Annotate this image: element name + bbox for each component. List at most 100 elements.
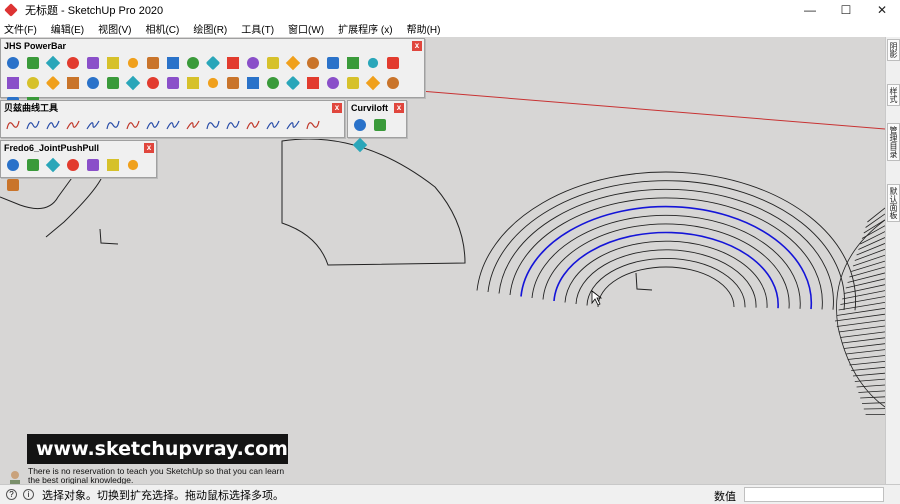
info-icon[interactable]: i bbox=[23, 489, 34, 500]
bezier-tool-8-button[interactable] bbox=[144, 116, 162, 134]
jhs-tool-32-button[interactable] bbox=[224, 74, 242, 92]
jhs-tool-26-button[interactable] bbox=[104, 74, 122, 92]
jhs-tool-7-button[interactable] bbox=[124, 54, 142, 72]
fredo-tool-1-button[interactable] bbox=[4, 156, 22, 174]
jhs-tool-5-button[interactable] bbox=[84, 54, 102, 72]
jhs-tool-28-button[interactable] bbox=[144, 74, 162, 92]
jhs-tool-19-button[interactable] bbox=[364, 54, 382, 72]
jhs-tool-36-icon bbox=[307, 77, 319, 89]
fredo-tool-2-button[interactable] bbox=[24, 156, 42, 174]
measurements-input[interactable] bbox=[744, 487, 884, 502]
jhs-tool-12-button[interactable] bbox=[224, 54, 242, 72]
jhs-tool-22-button[interactable] bbox=[24, 74, 42, 92]
fredo-tool-3-button[interactable] bbox=[44, 156, 62, 174]
jhs-tool-33-button[interactable] bbox=[244, 74, 262, 92]
jhs-tool-18-button[interactable] bbox=[344, 54, 362, 72]
bezier-tool-16-button[interactable] bbox=[304, 116, 322, 134]
jhs-tool-20-button[interactable] bbox=[384, 54, 402, 72]
bezier-tool-2-button[interactable] bbox=[24, 116, 42, 134]
jhs-tool-9-button[interactable] bbox=[164, 54, 182, 72]
jhs-tool-27-button[interactable] bbox=[124, 74, 142, 92]
menu-file[interactable]: 文件(F) bbox=[4, 21, 37, 36]
fredo-tool-4-button[interactable] bbox=[64, 156, 82, 174]
jhs-tool-30-button[interactable] bbox=[184, 74, 202, 92]
jhs-powerbar-close-button[interactable]: x bbox=[412, 40, 422, 51]
jhs-tool-34-button[interactable] bbox=[264, 74, 282, 92]
jhs-powerbar-header[interactable]: JHS PowerBar x bbox=[1, 39, 424, 52]
minimize-button[interactable]: — bbox=[792, 0, 828, 20]
bezier-tool-14-button[interactable] bbox=[264, 116, 282, 134]
jhs-tool-10-icon bbox=[187, 57, 199, 69]
maximize-button[interactable]: ☐ bbox=[828, 0, 864, 20]
fredo-tool-8-button[interactable] bbox=[4, 176, 22, 194]
jhs-tool-35-button[interactable] bbox=[284, 74, 302, 92]
jhs-tool-15-button[interactable] bbox=[284, 54, 302, 72]
curviloft-header[interactable]: Curviloft x bbox=[348, 101, 406, 114]
jhs-tool-6-button[interactable] bbox=[104, 54, 122, 72]
jhs-tool-2-button[interactable] bbox=[24, 54, 42, 72]
bezier-tool-4-button[interactable] bbox=[64, 116, 82, 134]
tab-styles[interactable]: 样式 bbox=[887, 84, 900, 106]
jhs-tool-23-button[interactable] bbox=[44, 74, 62, 92]
jhs-tool-1-icon bbox=[7, 57, 19, 69]
tab-default-tray[interactable]: 默认面板 bbox=[887, 184, 900, 222]
menu-edit[interactable]: 编辑(E) bbox=[51, 21, 84, 36]
curviloft-toolbar: Curviloft x bbox=[347, 100, 407, 153]
curviloft-tool-1-button[interactable] bbox=[351, 116, 369, 134]
curviloft-tool-3-button[interactable] bbox=[351, 136, 369, 154]
bezier-tool-3-button[interactable] bbox=[44, 116, 62, 134]
menu-tools[interactable]: 工具(T) bbox=[241, 21, 274, 36]
menu-draw[interactable]: 绘图(R) bbox=[193, 21, 227, 36]
curviloft-close-button[interactable]: x bbox=[394, 102, 404, 113]
fredo-tool-6-button[interactable] bbox=[104, 156, 122, 174]
jhs-tool-29-button[interactable] bbox=[164, 74, 182, 92]
jhs-tool-24-button[interactable] bbox=[64, 74, 82, 92]
jhs-tool-3-button[interactable] bbox=[44, 54, 62, 72]
bezier-tool-13-button[interactable] bbox=[244, 116, 262, 134]
jhs-tool-36-button[interactable] bbox=[304, 74, 322, 92]
fredo6-close-button[interactable]: x bbox=[144, 142, 154, 153]
jhs-tool-25-button[interactable] bbox=[84, 74, 102, 92]
bezier-tool-12-button[interactable] bbox=[224, 116, 242, 134]
jhs-tool-40-button[interactable] bbox=[384, 74, 402, 92]
jhs-tool-39-button[interactable] bbox=[364, 74, 382, 92]
jhs-tool-13-button[interactable] bbox=[244, 54, 262, 72]
jhs-tool-16-button[interactable] bbox=[304, 54, 322, 72]
fredo6-header[interactable]: Fredo6_JointPushPull x bbox=[1, 141, 156, 154]
bezier-tool-9-button[interactable] bbox=[164, 116, 182, 134]
menu-camera[interactable]: 相机(C) bbox=[145, 21, 179, 36]
jhs-tool-38-button[interactable] bbox=[344, 74, 362, 92]
jhs-tool-14-button[interactable] bbox=[264, 54, 282, 72]
jhs-tool-4-button[interactable] bbox=[64, 54, 82, 72]
bezier-tool-6-button[interactable] bbox=[104, 116, 122, 134]
menu-extensions[interactable]: 扩展程序 (x) bbox=[338, 21, 392, 36]
bezier-tool-10-button[interactable] bbox=[184, 116, 202, 134]
jhs-tool-37-button[interactable] bbox=[324, 74, 342, 92]
curviloft-tool-2-button[interactable] bbox=[371, 116, 389, 134]
fredo-tool-7-button[interactable] bbox=[124, 156, 142, 174]
close-button[interactable]: ✕ bbox=[864, 0, 900, 20]
bezier-tool-5-button[interactable] bbox=[84, 116, 102, 134]
jhs-tool-1-button[interactable] bbox=[4, 54, 22, 72]
menu-view[interactable]: 视图(V) bbox=[98, 21, 131, 36]
bezier-tool-1-button[interactable] bbox=[4, 116, 22, 134]
jhs-tool-8-button[interactable] bbox=[144, 54, 162, 72]
bezier-header[interactable]: 贝兹曲线工具 x bbox=[1, 101, 344, 114]
fredo-tool-5-button[interactable] bbox=[84, 156, 102, 174]
tab-manage-tray[interactable]: 管理目录 bbox=[887, 123, 900, 161]
jhs-tool-21-button[interactable] bbox=[4, 74, 22, 92]
bezier-close-button[interactable]: x bbox=[332, 102, 342, 113]
menu-help[interactable]: 帮助(H) bbox=[407, 21, 441, 36]
bezier-tool-7-button[interactable] bbox=[124, 116, 142, 134]
jhs-tool-31-button[interactable] bbox=[204, 74, 222, 92]
jhs-tool-10-button[interactable] bbox=[184, 54, 202, 72]
window-title: 无标题 - SketchUp Pro 2020 bbox=[25, 5, 164, 17]
geolocation-icon[interactable]: ? bbox=[6, 489, 17, 500]
jhs-tool-17-button[interactable] bbox=[324, 54, 342, 72]
bezier-tool-15-button[interactable] bbox=[284, 116, 302, 134]
menu-window[interactable]: 窗口(W) bbox=[288, 21, 324, 36]
bezier-tool-11-button[interactable] bbox=[204, 116, 222, 134]
tab-shadows[interactable]: 阴影 bbox=[887, 39, 900, 61]
bezier-curve-icon bbox=[86, 120, 100, 130]
jhs-tool-11-button[interactable] bbox=[204, 54, 222, 72]
